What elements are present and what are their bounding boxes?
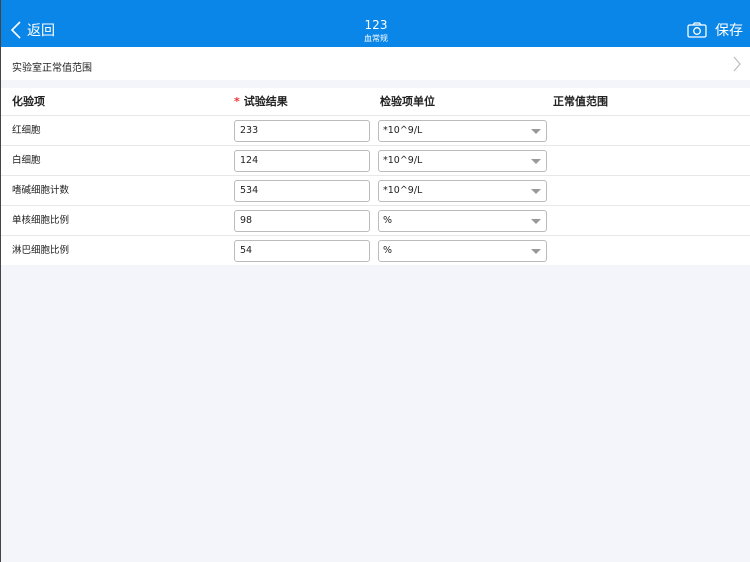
lab-results-table: 化验项 * 试验结果 检验项单位 正常值范围 红细胞 233 *10^9/L 白细… <box>1 88 750 265</box>
dropdown-arrow-icon <box>531 129 541 134</box>
lab-normal-range-row[interactable]: 实验室正常值范围 <box>1 47 750 80</box>
unit-select[interactable]: *10^9/L <box>378 120 547 142</box>
page-subtitle: 血常规 <box>364 34 388 43</box>
lab-normal-range-label: 实验室正常值范围 <box>12 63 92 74</box>
table-row: 淋巴细胞比例 54 % <box>1 235 750 265</box>
page-title: 123 <box>364 18 388 32</box>
unit-value: *10^9/L <box>383 185 423 196</box>
result-input[interactable]: 98 <box>234 210 370 232</box>
unit-value: % <box>383 245 393 256</box>
item-name: 白细胞 <box>12 155 41 166</box>
item-name: 嗜碱细胞计数 <box>12 185 70 196</box>
unit-select[interactable]: *10^9/L <box>378 150 547 172</box>
unit-value: *10^9/L <box>383 125 423 136</box>
save-button[interactable]: 保存 <box>687 20 743 40</box>
header-result-label: 试验结果 <box>243 95 288 108</box>
dropdown-arrow-icon <box>531 159 541 164</box>
result-input[interactable]: 54 <box>234 240 370 262</box>
result-input[interactable]: 534 <box>234 180 370 202</box>
header-item: 化验项 <box>12 95 45 108</box>
dropdown-arrow-icon <box>531 249 541 254</box>
table-row: 单核细胞比例 98 % <box>1 205 750 235</box>
result-input[interactable]: 124 <box>234 150 370 172</box>
unit-select[interactable]: % <box>378 210 547 232</box>
unit-value: % <box>383 215 393 226</box>
table-header: 化验项 * 试验结果 检验项单位 正常值范围 <box>1 88 750 115</box>
save-label: 保存 <box>715 23 743 39</box>
table-row: 白细胞 124 *10^9/L <box>1 145 750 175</box>
table-row: 红细胞 233 *10^9/L <box>1 115 750 145</box>
item-name: 红细胞 <box>12 125 41 136</box>
header-range: 正常值范围 <box>553 95 608 108</box>
unit-value: *10^9/L <box>383 155 423 166</box>
item-name: 单核细胞比例 <box>12 215 70 226</box>
header-result: * 试验结果 <box>234 88 288 115</box>
result-input[interactable]: 233 <box>234 120 370 142</box>
unit-select[interactable]: *10^9/L <box>378 180 547 202</box>
chevron-right-icon <box>733 56 741 72</box>
item-name: 淋巴细胞比例 <box>12 245 70 256</box>
nav-bar: 返回 123 血常规 保存 <box>1 0 750 47</box>
camera-icon[interactable] <box>687 22 707 38</box>
header-unit: 检验项单位 <box>380 95 435 108</box>
dropdown-arrow-icon <box>531 189 541 194</box>
required-marker: * <box>234 95 240 108</box>
unit-select[interactable]: % <box>378 240 547 262</box>
dropdown-arrow-icon <box>531 219 541 224</box>
table-row: 嗜碱细胞计数 534 *10^9/L <box>1 175 750 205</box>
